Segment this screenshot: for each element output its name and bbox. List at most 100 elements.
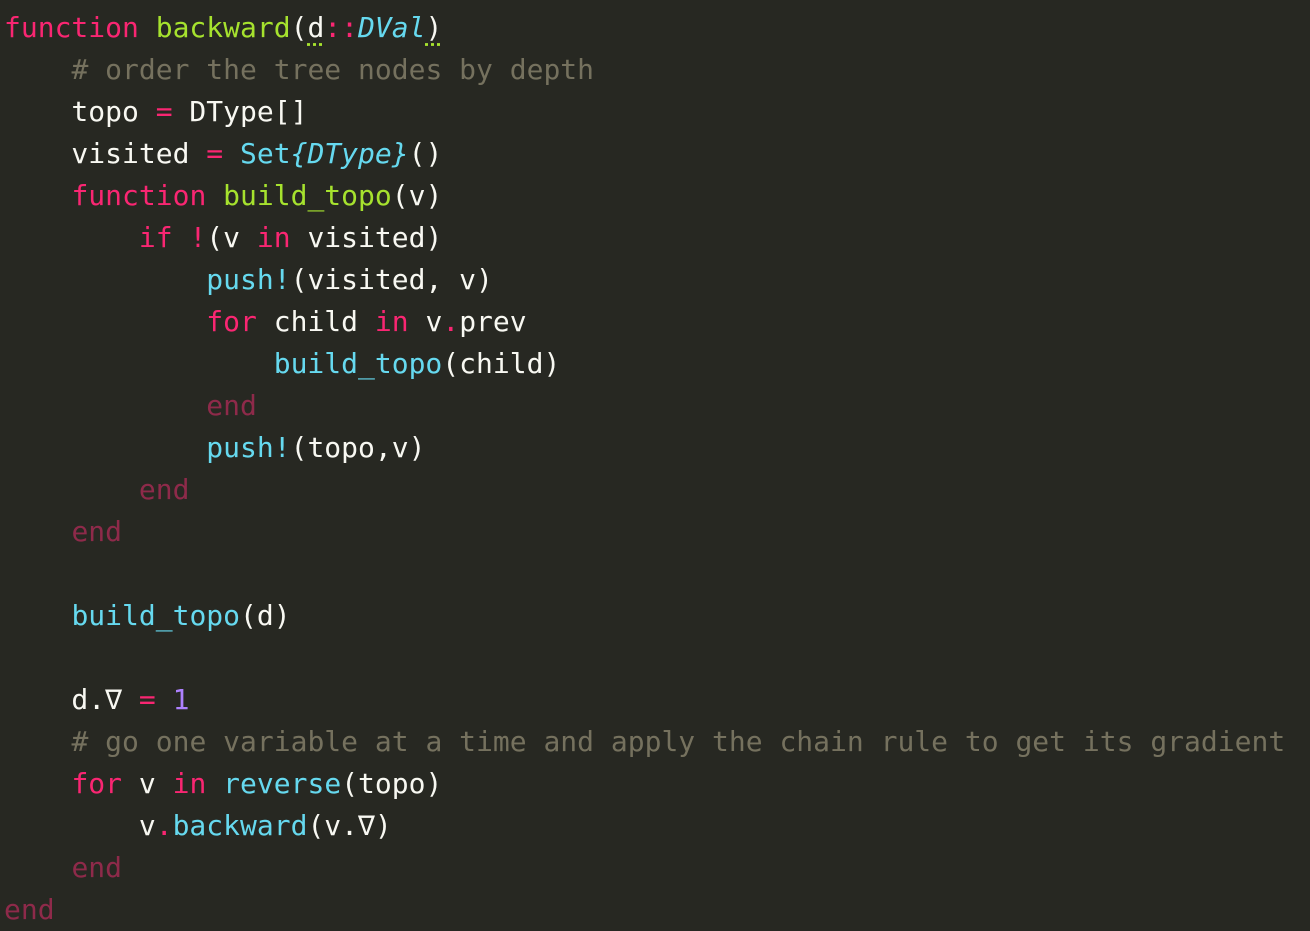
code-text: v (122, 767, 173, 800)
code-line[interactable]: build_topo(d) (4, 595, 1285, 637)
number-literal: 1 (172, 683, 190, 716)
code-text: v (408, 305, 443, 338)
keyword-token: function (4, 11, 139, 44)
code-line[interactable]: for v in reverse(topo) (4, 763, 1285, 805)
code-line[interactable] (4, 553, 1285, 595)
operator-token: :: (324, 11, 359, 44)
function-name-token: build_topo (223, 179, 392, 212)
code-text: (visited, v) (290, 263, 493, 296)
end-keyword-token: end (138, 473, 190, 506)
operator-token: = (138, 683, 156, 716)
operator-token: = (206, 137, 224, 170)
function-call-token: push! (206, 263, 291, 296)
code-text: DType[] (172, 95, 308, 128)
operator-token: = (155, 95, 173, 128)
operator-token: . (442, 305, 460, 338)
code-line[interactable]: push!(topo,v) (4, 427, 1285, 469)
code-line[interactable]: topo = DType[] (4, 91, 1285, 133)
code-line[interactable]: visited = Set{DType}() (4, 133, 1285, 175)
code-text: (topo,v) (290, 431, 426, 464)
code-line[interactable]: # go one variable at a time and apply th… (4, 721, 1285, 763)
keyword-token: for (206, 305, 257, 338)
function-call-token: build_topo (71, 599, 241, 632)
type-token: DVal (358, 11, 426, 44)
code-line[interactable]: push!(visited, v) (4, 259, 1285, 301)
code-line[interactable]: end (4, 889, 1285, 931)
code-line[interactable]: for child in v.prev (4, 301, 1285, 343)
code-text: prev (459, 305, 527, 338)
code-text: (v) (391, 179, 443, 212)
type-token: {DType} (290, 137, 409, 170)
comment: # go one variable at a time and apply th… (71, 725, 1286, 758)
code-line[interactable]: function build_topo(v) (4, 175, 1285, 217)
function-call-token: backward (172, 809, 308, 842)
code-editor[interactable]: { "editor": { "background": "#272822", "… (0, 0, 1310, 926)
code-text: visited) (290, 221, 443, 254)
end-keyword-token: end (71, 515, 123, 548)
keyword-token: in (256, 221, 291, 254)
code-line[interactable]: end (4, 385, 1285, 427)
code-text: ( (290, 11, 308, 44)
code-text: d (307, 11, 325, 44)
end-keyword-token: end (71, 851, 123, 884)
code-line[interactable] (4, 637, 1285, 679)
code-text: d.∇ (4, 683, 139, 716)
operator-token: ! (189, 221, 207, 254)
code-text: (v.∇) (307, 809, 392, 842)
code-text: ) (425, 11, 443, 44)
keyword-token: if (138, 221, 173, 254)
function-call-token: reverse (223, 767, 342, 800)
code-text: v (4, 809, 156, 842)
operator-token: . (155, 809, 173, 842)
code-area[interactable]: function backward(d::DVal) # order the t… (4, 7, 1285, 931)
keyword-token: in (374, 305, 409, 338)
code-line[interactable]: if !(v in visited) (4, 217, 1285, 259)
function-name-token: backward (155, 11, 291, 44)
function-call-token: build_topo (273, 347, 443, 380)
code-text: () (408, 137, 443, 170)
end-keyword-token: end (4, 893, 55, 926)
keyword-token: for (71, 767, 123, 800)
code-text: (child) (442, 347, 561, 380)
code-line[interactable]: d.∇ = 1 (4, 679, 1285, 721)
keyword-token: in (172, 767, 207, 800)
code-line[interactable]: end (4, 469, 1285, 511)
code-text: (topo) (341, 767, 443, 800)
code-line[interactable]: v.backward(v.∇) (4, 805, 1285, 847)
end-keyword-token: end (206, 389, 257, 422)
keyword-token: function (71, 179, 207, 212)
code-line[interactable]: function backward(d::DVal) (4, 7, 1285, 49)
function-call-token: push! (206, 431, 291, 464)
code-line[interactable]: build_topo(child) (4, 343, 1285, 385)
function-call-token: Set (240, 137, 291, 170)
code-text: (v (206, 221, 257, 254)
code-line[interactable]: end (4, 847, 1285, 889)
comment: # order the tree nodes by depth (71, 53, 595, 86)
code-text: child (256, 305, 375, 338)
code-text: visited (4, 137, 207, 170)
code-text: topo (4, 95, 156, 128)
code-text: (d) (240, 599, 291, 632)
code-line[interactable]: end (4, 511, 1285, 553)
code-line[interactable]: # order the tree nodes by depth (4, 49, 1285, 91)
